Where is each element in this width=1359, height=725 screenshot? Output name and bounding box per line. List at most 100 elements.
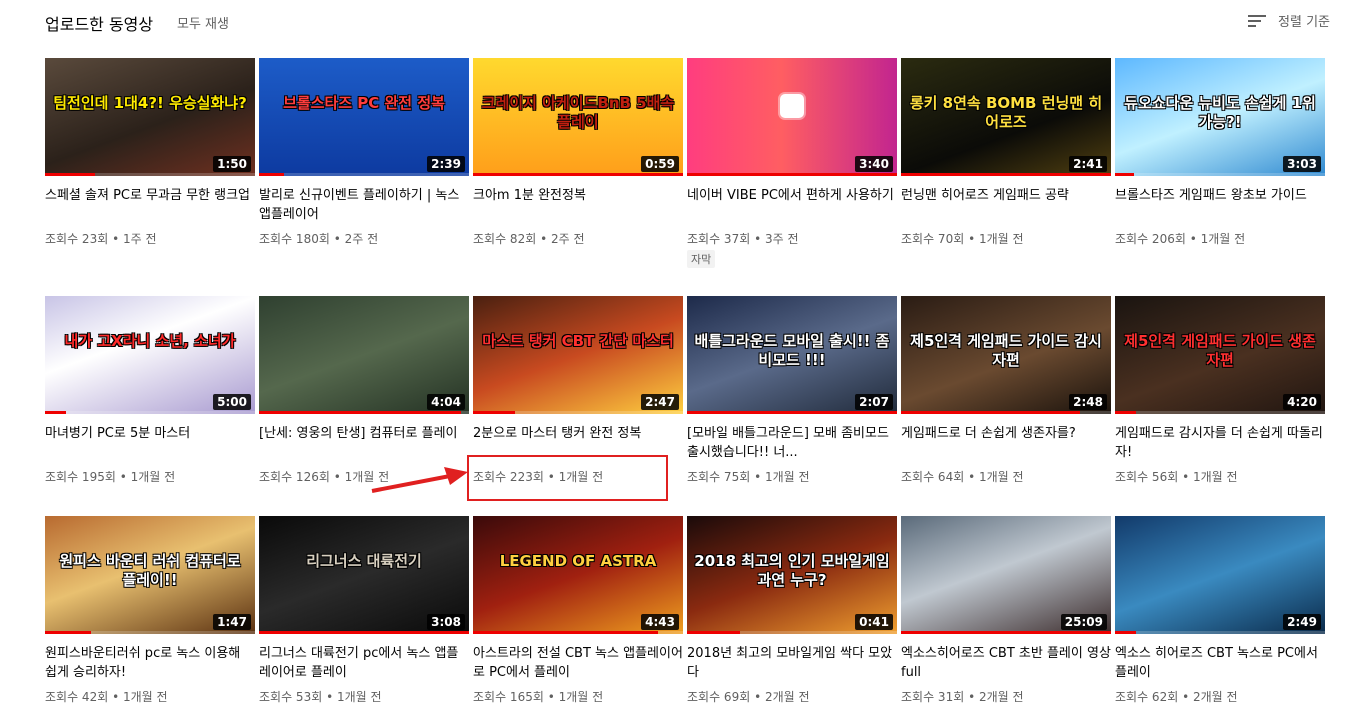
video-title[interactable]: 게임패드로 감시자를 더 손쉽게 따돌리자! [1115, 424, 1325, 462]
video-card[interactable]: 3:40 네이버 VIBE PC에서 편하게 사용하기조회수 37회 • 3주 전… [687, 58, 897, 268]
video-thumbnail[interactable]: 리그너스 대륙전기 3:08 [259, 516, 469, 634]
video-title[interactable]: 런닝맨 히어로즈 게임패드 공략 [901, 186, 1111, 224]
duration-badge: 4:43 [641, 614, 679, 630]
video-card[interactable]: 내가 고X라니 소년, 소녀가 5:00 마녀병기 PC로 5분 마스터조회수 19… [45, 296, 255, 485]
watch-progress-bar [45, 173, 255, 176]
view-count: 조회수 75회 [687, 470, 751, 484]
video-thumbnail[interactable]: 마스트 탱커 CBT 간단 마스터 2:47 [473, 296, 683, 414]
watch-progress-bar [473, 631, 683, 634]
thumbnail-caption: 리그너스 대륙전기 [306, 552, 422, 570]
video-card[interactable]: 배틀그라운드 모바일 출시!! 좀비모드 !!! 2:07 [모바일 배틀그라운드]… [687, 296, 897, 485]
video-title[interactable]: 원피스바운티러쉬 pc로 녹스 이용해 쉽게 승리하자! [45, 644, 255, 682]
video-title[interactable]: 크아m 1분 완전정복 [473, 186, 683, 224]
video-title[interactable]: 엑소스 히어로즈 CBT 녹스로 PC에서 플레이 [1115, 644, 1325, 682]
watch-progress-bar [1115, 173, 1325, 176]
upload-age: 2개월 전 [764, 690, 810, 704]
video-title[interactable]: 아스트라의 전설 CBT 녹스 앱플레이어로 PC에서 플레이 [473, 644, 683, 682]
video-title[interactable]: 마녀병기 PC로 5분 마스터 [45, 424, 255, 462]
video-title[interactable]: 리그너스 대륙전기 pc에서 녹스 앱플레이어로 플레이 [259, 644, 469, 682]
video-card[interactable]: 제5인격 게임패드 가이드 생존자편 4:20 게임패드로 감시자를 더 손쉽게 따… [1115, 296, 1325, 485]
view-count: 조회수 42회 [45, 690, 109, 704]
meta-separator: • [329, 470, 345, 484]
video-card[interactable]: 2:49 엑소스 히어로즈 CBT 녹스로 PC에서 플레이조회수 62회 • 2… [1115, 516, 1325, 705]
duration-badge: 4:20 [1283, 394, 1321, 410]
video-meta: 조회수 195회 • 1개월 전 [45, 469, 255, 485]
watch-progress-bar [259, 411, 469, 414]
video-thumbnail[interactable]: 크레이지 아케이드BnB 5배속 플레이 0:59 [473, 58, 683, 176]
duration-badge: 3:03 [1283, 156, 1321, 172]
video-thumbnail[interactable]: 듀오쇼다운 뉴비도 손쉽게 1위가능?! 3:03 [1115, 58, 1325, 176]
video-meta: 조회수 62회 • 2개월 전 [1115, 689, 1325, 705]
video-card[interactable]: 브롤스타즈 PC 완전 정복 2:39 발리로 신규이벤트 플레이하기 | 녹스앱플… [259, 58, 469, 247]
video-thumbnail[interactable]: 4:04 [259, 296, 469, 414]
upload-age: 1개월 전 [1200, 232, 1246, 246]
view-count: 조회수 53회 [259, 690, 323, 704]
meta-separator: • [536, 232, 551, 246]
duration-badge: 0:41 [855, 614, 893, 630]
video-thumbnail[interactable]: 25:09 [901, 516, 1111, 634]
sort-button[interactable]: 정렬 기준 [1248, 11, 1330, 30]
video-meta: 조회수 42회 • 1개월 전 [45, 689, 255, 705]
meta-separator: • [1185, 232, 1201, 246]
video-meta: 조회수 53회 • 1개월 전 [259, 689, 469, 705]
video-title[interactable]: 엑소스히어로즈 CBT 초반 플레이 영상 full [901, 644, 1111, 682]
watch-progress-bar [473, 173, 683, 176]
video-thumbnail[interactable]: 제5인격 게임패드 가이드 생존자편 4:20 [1115, 296, 1325, 414]
video-card[interactable]: 팀전인데 1대4?! 우승실화냐? 1:50 스페셜 솔져 PC로 무과금 무한 랭… [45, 58, 255, 247]
meta-separator: • [322, 690, 337, 704]
video-card[interactable]: 롱키 8연속 BOMB 런닝맨 히어로즈 2:41 런닝맨 히어로즈 게임패드 공략… [901, 58, 1111, 247]
watch-progress-bar [687, 411, 897, 414]
video-thumbnail[interactable]: 원피스 바운티 러쉬 컴퓨터로 플레이!! 1:47 [45, 516, 255, 634]
video-title[interactable]: 브롤스타즈 게임패드 왕초보 가이드 [1115, 186, 1325, 224]
video-title[interactable]: 게임패드로 더 손쉽게 생존자를? [901, 424, 1111, 462]
video-card[interactable]: 리그너스 대륙전기 3:08 리그너스 대륙전기 pc에서 녹스 앱플레이어로 플레… [259, 516, 469, 705]
view-count: 조회수 23회 [45, 232, 109, 246]
video-thumbnail[interactable]: 3:40 [687, 58, 897, 176]
duration-badge: 4:04 [427, 394, 465, 410]
video-meta: 조회수 37회 • 3주 전 [687, 231, 897, 247]
video-thumbnail[interactable]: 롱키 8연속 BOMB 런닝맨 히어로즈 2:41 [901, 58, 1111, 176]
video-title[interactable]: 발리로 신규이벤트 플레이하기 | 녹스앱플레이어 [259, 186, 469, 224]
video-thumbnail[interactable]: 브롤스타즈 PC 완전 정복 2:39 [259, 58, 469, 176]
thumbnail-caption: 제5인격 게임패드 가이드 감시자편 [910, 332, 1102, 369]
video-thumbnail[interactable]: LEGEND OF ASTRA 4:43 [473, 516, 683, 634]
view-count: 조회수 195회 [45, 470, 116, 484]
upload-age: 2주 전 [550, 232, 585, 246]
upload-age: 1개월 전 [130, 470, 176, 484]
video-card[interactable]: 25:09 엑소스히어로즈 CBT 초반 플레이 영상 full 조회수 31회 •… [901, 516, 1111, 705]
video-meta: 조회수 31회 • 2개월 전 [901, 689, 1111, 705]
video-card[interactable]: LEGEND OF ASTRA 4:43 아스트라의 전설 CBT 녹스 앱플레이어… [473, 516, 683, 705]
duration-badge: 1:47 [213, 614, 251, 630]
video-meta: 조회수 69회 • 2개월 전 [687, 689, 897, 705]
upload-age: 2개월 전 [1192, 690, 1238, 704]
video-thumbnail[interactable]: 팀전인데 1대4?! 우승실화냐? 1:50 [45, 58, 255, 176]
video-title[interactable]: 2018년 최고의 모바일게임 싹다 모았다 [687, 644, 897, 682]
video-title[interactable]: [난세: 영웅의 탄생] 컴퓨터로 플레이 [259, 424, 469, 462]
video-thumbnail[interactable]: 2018 최고의 인기 모바일게임 과연 누구? 0:41 [687, 516, 897, 634]
thumbnail-caption: 마스트 탱커 CBT 간단 마스터 [482, 332, 674, 350]
video-meta: 조회수 165회 • 1개월 전 [473, 689, 683, 705]
video-card[interactable]: 듀오쇼다운 뉴비도 손쉽게 1위가능?! 3:03 브롤스타즈 게임패드 왕초보 가… [1115, 58, 1325, 247]
video-card[interactable]: 4:04 [난세: 영웅의 탄생] 컴퓨터로 플레이 조회수 126회 • 1개월 … [259, 296, 469, 485]
video-thumbnail[interactable]: 제5인격 게임패드 가이드 감시자편 2:48 [901, 296, 1111, 414]
watch-progress-bar [473, 411, 683, 414]
duration-badge: 2:41 [1069, 156, 1107, 172]
video-title[interactable]: [모바일 배틀그라운드] 모배 좀비모드 출시했습니다!! 너... [687, 424, 897, 462]
sort-label: 정렬 기준 [1278, 15, 1330, 30]
video-meta: 조회수 56회 • 1개월 전 [1115, 469, 1325, 485]
video-card[interactable]: 2018 최고의 인기 모바일게임 과연 누구? 0:41 2018년 최고의 모바… [687, 516, 897, 705]
duration-badge: 2:07 [855, 394, 893, 410]
video-card[interactable]: 크레이지 아케이드BnB 5배속 플레이 0:59 크아m 1분 완전정복 조회수 8… [473, 58, 683, 247]
watch-progress-bar [259, 173, 469, 176]
thumbnail-caption: 2018 최고의 인기 모바일게임 과연 누구? [694, 552, 890, 589]
video-card[interactable]: 제5인격 게임패드 가이드 감시자편 2:48 게임패드로 더 손쉽게 생존자를? 조… [901, 296, 1111, 485]
video-thumbnail[interactable]: 내가 고X라니 소년, 소녀가 5:00 [45, 296, 255, 414]
video-title[interactable]: 스페셜 솔져 PC로 무과금 무한 랭크업 [45, 186, 255, 224]
video-card[interactable]: 원피스 바운티 러쉬 컴퓨터로 플레이!! 1:47 원피스바운티러쉬 pc로 녹스… [45, 516, 255, 705]
video-thumbnail[interactable]: 2:49 [1115, 516, 1325, 634]
play-all-button[interactable]: 모두 재생 [177, 13, 229, 32]
duration-badge: 0:59 [641, 156, 679, 172]
video-thumbnail[interactable]: 배틀그라운드 모바일 출시!! 좀비모드 !!! 2:07 [687, 296, 897, 414]
video-title[interactable]: 네이버 VIBE PC에서 편하게 사용하기 [687, 186, 897, 224]
annotation-arrow [371, 467, 468, 493]
